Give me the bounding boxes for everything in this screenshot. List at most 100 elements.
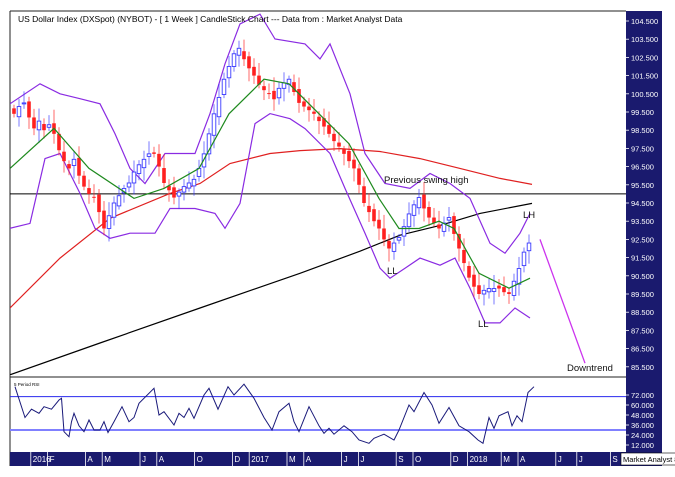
candle xyxy=(102,201,106,236)
candle xyxy=(71,151,77,179)
candle xyxy=(172,176,176,205)
candle-body xyxy=(307,106,311,111)
candle-body xyxy=(297,89,301,103)
candle xyxy=(411,200,417,227)
candle xyxy=(452,212,456,241)
candle xyxy=(467,261,471,282)
candle xyxy=(77,146,81,185)
rsi-tick-label: 12.000 xyxy=(631,441,654,450)
price-tick-label: 102.500 xyxy=(631,53,658,62)
time-label: M xyxy=(289,455,296,464)
time-label: J xyxy=(558,455,562,464)
candle-body xyxy=(62,151,66,162)
candle-body xyxy=(422,194,426,209)
candle-body xyxy=(481,289,487,295)
candle xyxy=(42,118,46,139)
candle-body xyxy=(247,56,251,69)
candle xyxy=(191,174,197,196)
candle-body xyxy=(272,90,276,100)
candle xyxy=(247,51,251,82)
price-panel: Previous swing high LL LL LH Downtrend xyxy=(10,13,626,375)
time-label: 2018 xyxy=(470,455,488,464)
candle xyxy=(406,202,412,232)
annotation-downtrend: Downtrend xyxy=(567,363,613,374)
candle xyxy=(226,55,232,88)
candle xyxy=(357,163,361,194)
candle-body xyxy=(342,149,346,154)
downtrend-line xyxy=(539,239,586,364)
time-label: M xyxy=(503,455,510,464)
candle xyxy=(526,234,532,264)
price-tick-label: 94.500 xyxy=(631,199,654,208)
annotation-previous-swing-high: Previous swing high xyxy=(384,175,469,186)
candle-body xyxy=(16,106,22,118)
price-tick-label: 97.500 xyxy=(631,144,654,153)
price-tick-label: 103.500 xyxy=(631,35,658,44)
price-tick-label: 101.500 xyxy=(631,72,658,81)
candle-body xyxy=(46,124,52,128)
candle-body xyxy=(387,240,391,249)
candle-body xyxy=(36,120,42,131)
candle xyxy=(292,74,296,96)
candle xyxy=(111,196,117,226)
time-label: J xyxy=(360,455,364,464)
candle-body xyxy=(106,215,112,229)
candle-body xyxy=(391,242,397,252)
candle-body xyxy=(267,93,271,95)
candle-body xyxy=(21,102,27,105)
candle xyxy=(472,266,476,297)
chart-title: US Dollar Index (DXSpot) (NYBOT) - [ 1 W… xyxy=(18,14,403,24)
candle-body xyxy=(42,124,46,131)
candle xyxy=(216,83,222,126)
time-label: 2017 xyxy=(251,455,269,464)
candle-body xyxy=(486,288,492,293)
price-tick-label: 100.500 xyxy=(631,90,658,99)
candle xyxy=(231,50,237,72)
candle-body xyxy=(352,159,356,169)
candle-body xyxy=(377,219,381,229)
candle xyxy=(437,210,441,239)
candle xyxy=(16,98,22,127)
footer-badge-text: Market Analyst 8 xyxy=(623,455,675,464)
candle xyxy=(322,108,326,135)
rsi-tick-label: 24.000 xyxy=(631,431,654,440)
price-tick-label: 104.500 xyxy=(631,17,658,26)
annotation-lower-high: LH xyxy=(523,210,535,221)
candle-body xyxy=(162,168,166,183)
candle-body xyxy=(87,188,91,194)
candle xyxy=(272,77,276,111)
candle-body xyxy=(406,213,412,228)
candle-body xyxy=(317,116,321,122)
candle xyxy=(491,274,497,305)
candle-body xyxy=(32,117,36,129)
bollinger-upper-line xyxy=(10,13,531,255)
time-label: J xyxy=(142,455,146,464)
candle xyxy=(377,210,381,240)
candle-body xyxy=(462,249,466,264)
candle xyxy=(281,72,287,102)
candle xyxy=(46,115,52,131)
price-tick-label: 92.500 xyxy=(631,235,654,244)
candle-body xyxy=(411,204,417,216)
candle-body xyxy=(497,285,501,289)
price-tick-label: 90.500 xyxy=(631,272,654,281)
candle-body xyxy=(367,205,371,213)
candle xyxy=(181,179,187,201)
candle xyxy=(457,226,461,262)
price-tick-label: 95.500 xyxy=(631,181,654,190)
price-tick-label: 91.500 xyxy=(631,254,654,263)
price-tick-label: 85.500 xyxy=(631,363,654,372)
time-label: S xyxy=(398,455,403,464)
candle-body xyxy=(472,274,476,287)
time-label: O xyxy=(415,455,421,464)
candle-body xyxy=(77,157,81,176)
candle-body xyxy=(97,194,101,213)
candle xyxy=(242,39,246,66)
candle-body xyxy=(362,186,366,203)
candle xyxy=(131,160,137,195)
rsi-label: 5 Period RSI xyxy=(14,382,40,387)
candle-body xyxy=(236,47,242,56)
candle xyxy=(387,234,391,262)
price-tick-label: 99.500 xyxy=(631,108,654,117)
candle-body xyxy=(416,197,422,209)
